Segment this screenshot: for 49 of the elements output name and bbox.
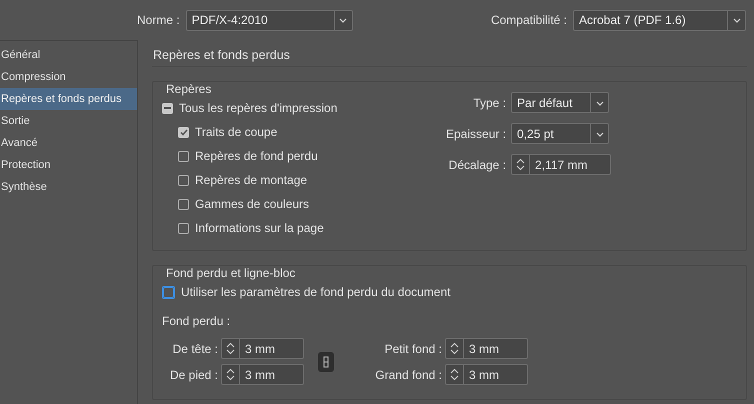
field-label: Type : xyxy=(472,96,506,110)
stepper-icon xyxy=(226,342,235,355)
minus-icon xyxy=(164,107,171,109)
stepper-icon xyxy=(516,158,526,171)
checkmark-icon xyxy=(180,128,188,136)
checkbox[interactable] xyxy=(178,150,189,162)
dropdown[interactable]: Par défaut xyxy=(511,92,610,113)
link-button[interactable] xyxy=(318,352,334,372)
field-label: Norme : xyxy=(137,13,180,27)
checkbox[interactable] xyxy=(178,126,189,138)
checkbox[interactable] xyxy=(178,198,189,210)
checkbox-label: Utiliser les paramètres de fond perdu du document xyxy=(181,285,450,299)
checkbox-label: Traits de coupe xyxy=(195,125,278,139)
spinner-field[interactable]: 3 mm xyxy=(445,364,528,385)
sidebar-item[interactable]: Général xyxy=(0,44,137,66)
sidebar-item[interactable]: Synthèse xyxy=(0,176,137,198)
field-label: De tête : xyxy=(172,342,218,356)
stepper-icon xyxy=(226,368,235,381)
spinner-field[interactable]: 3 mm xyxy=(221,338,304,359)
section-title: Repères et fonds perdus xyxy=(152,40,747,67)
dropdown[interactable]: 0,25 pt xyxy=(511,123,610,144)
stepper-icon xyxy=(450,342,459,355)
sidebar-item[interactable]: Sortie xyxy=(0,110,137,132)
dropdown[interactable]: Acrobat 7 (PDF 1.6) xyxy=(573,10,746,30)
field-label: Petit fond : xyxy=(384,342,442,356)
field-label: Décalage : xyxy=(448,158,506,172)
checkbox-label: Repères de fond perdu xyxy=(195,149,318,163)
stepper-icon xyxy=(450,368,459,381)
field-label: Compatibilité : xyxy=(490,13,567,27)
spinner-field[interactable]: 3 mm xyxy=(221,364,304,385)
checkbox-label: Gammes de couleurs xyxy=(195,197,310,211)
checkbox-label: Tous les repères d'impression xyxy=(179,101,338,115)
chain-icon xyxy=(322,356,330,368)
checkbox-label: Informations sur la page xyxy=(195,221,324,235)
dropdown[interactable]: PDF/X-4:2010 xyxy=(186,10,353,30)
field-label: Epaisseur : xyxy=(446,126,506,140)
sidebar-item[interactable]: Compression xyxy=(0,66,137,88)
field-label: De pied : xyxy=(168,368,218,382)
checkbox[interactable] xyxy=(178,174,189,186)
field-label: Fond perdu : xyxy=(162,314,230,328)
sidebar-item[interactable]: Avancé xyxy=(0,132,137,154)
checkbox-label: Repères de montage xyxy=(195,173,308,187)
checkbox[interactable] xyxy=(162,102,173,114)
spinner-field[interactable]: 3 mm xyxy=(445,338,528,359)
field-label: Grand fond : xyxy=(374,368,442,382)
sidebar-item[interactable]: Repères et fonds perdus xyxy=(0,88,137,110)
spinner-field[interactable]: 2,117 mm xyxy=(511,154,612,175)
checkbox[interactable] xyxy=(178,222,189,234)
sidebar-item[interactable]: Protection xyxy=(0,154,137,176)
